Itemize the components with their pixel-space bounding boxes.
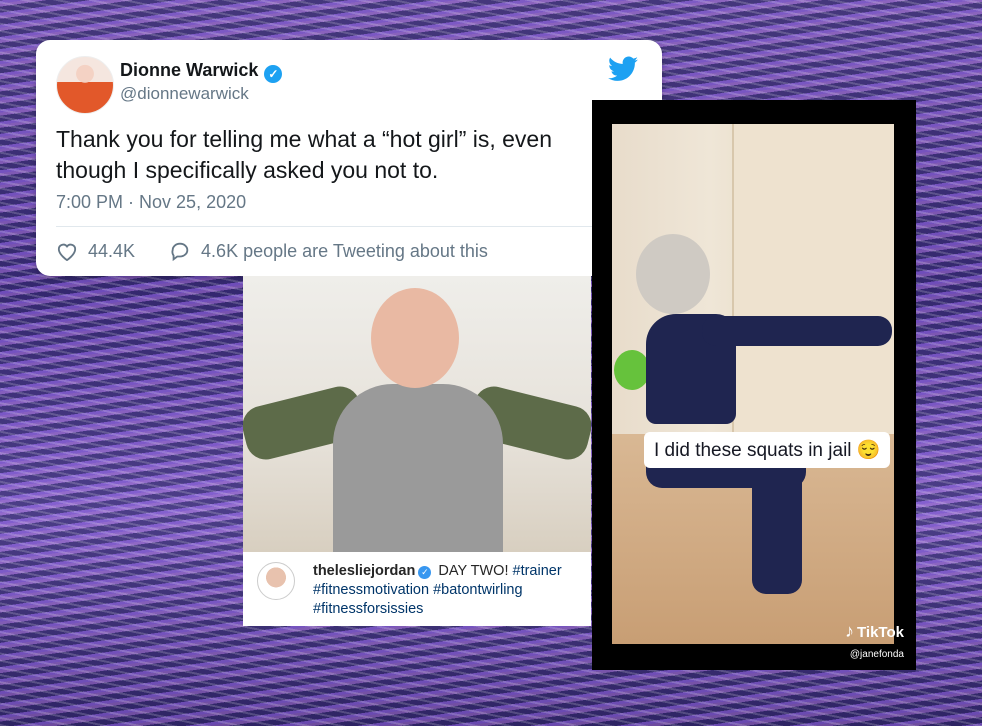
instagram-avatar[interactable] (257, 562, 295, 600)
tiktok-author[interactable]: @janefonda (850, 649, 904, 660)
collage: Dionne Warwick ✓ @dionnewarwick Thank you… (0, 0, 982, 726)
tweet-timestamp[interactable]: 7:00 PM · Nov 25, 2020 (56, 192, 246, 213)
background-door (732, 124, 894, 454)
exercise-ball (614, 350, 650, 390)
figure-arms (702, 316, 892, 346)
overlay-caption: I did these squats in jail 😌 (644, 432, 891, 468)
figure-head (636, 234, 710, 314)
verified-badge-icon: ✓ (418, 566, 432, 579)
heart-icon[interactable] (56, 241, 78, 261)
caption-text: DAY TWO! (438, 563, 509, 579)
tweeting-count: 4.6K people are Tweeting about this (201, 240, 488, 261)
tweet-actions: 44.4K 4.6K people are Tweeting about thi… (56, 240, 514, 262)
post-caption: thelesliejordan ✓ DAY TWO! #trainer #fitn… (313, 562, 583, 619)
hashtag-link[interactable]: #trainer (513, 563, 562, 579)
divider (56, 226, 594, 227)
photo-figure-body (333, 384, 503, 552)
tiktok-logo-text: TikTok (857, 624, 904, 641)
tiktok-logo: ♪ TikTok (845, 621, 904, 642)
profile-avatar[interactable] (56, 56, 114, 114)
hashtag-link[interactable]: #batontwirling (433, 582, 522, 598)
post-photo (243, 276, 591, 552)
display-name-text[interactable]: Dionne Warwick (120, 60, 258, 80)
tweet-text: Thank you for telling me what a “hot gir… (56, 126, 553, 183)
figure-shin (752, 454, 802, 594)
like-action[interactable]: 44.4K (56, 241, 135, 262)
hashtag-link[interactable]: #fitnessmotivation (313, 582, 429, 598)
instagram-username[interactable]: thelesliejordan (313, 563, 415, 579)
tiktok-note-icon: ♪ (845, 621, 855, 641)
hashtag-link[interactable]: #fitnessforsissies (313, 601, 423, 617)
video-frame[interactable]: I did these squats in jail 😌 (612, 124, 894, 644)
user-handle[interactable]: @dionnewarwick (120, 84, 249, 104)
like-count: 44.4K (88, 240, 136, 261)
verified-badge-icon: ✓ (264, 65, 283, 83)
conversation-action[interactable]: 4.6K people are Tweeting about this (169, 240, 488, 262)
instagram-post[interactable]: thelesliejordan ✓ DAY TWO! #trainer #fitn… (243, 276, 591, 626)
photo-figure-head (371, 288, 459, 388)
tiktok-video[interactable]: I did these squats in jail 😌 ♪ TikTok @ja… (592, 100, 916, 670)
speech-bubble-icon[interactable] (169, 240, 191, 262)
twitter-bird-icon[interactable] (608, 56, 638, 82)
tweet-card[interactable]: Dionne Warwick ✓ @dionnewarwick Thank you… (36, 40, 662, 276)
display-name[interactable]: Dionne Warwick ✓ (120, 60, 283, 83)
